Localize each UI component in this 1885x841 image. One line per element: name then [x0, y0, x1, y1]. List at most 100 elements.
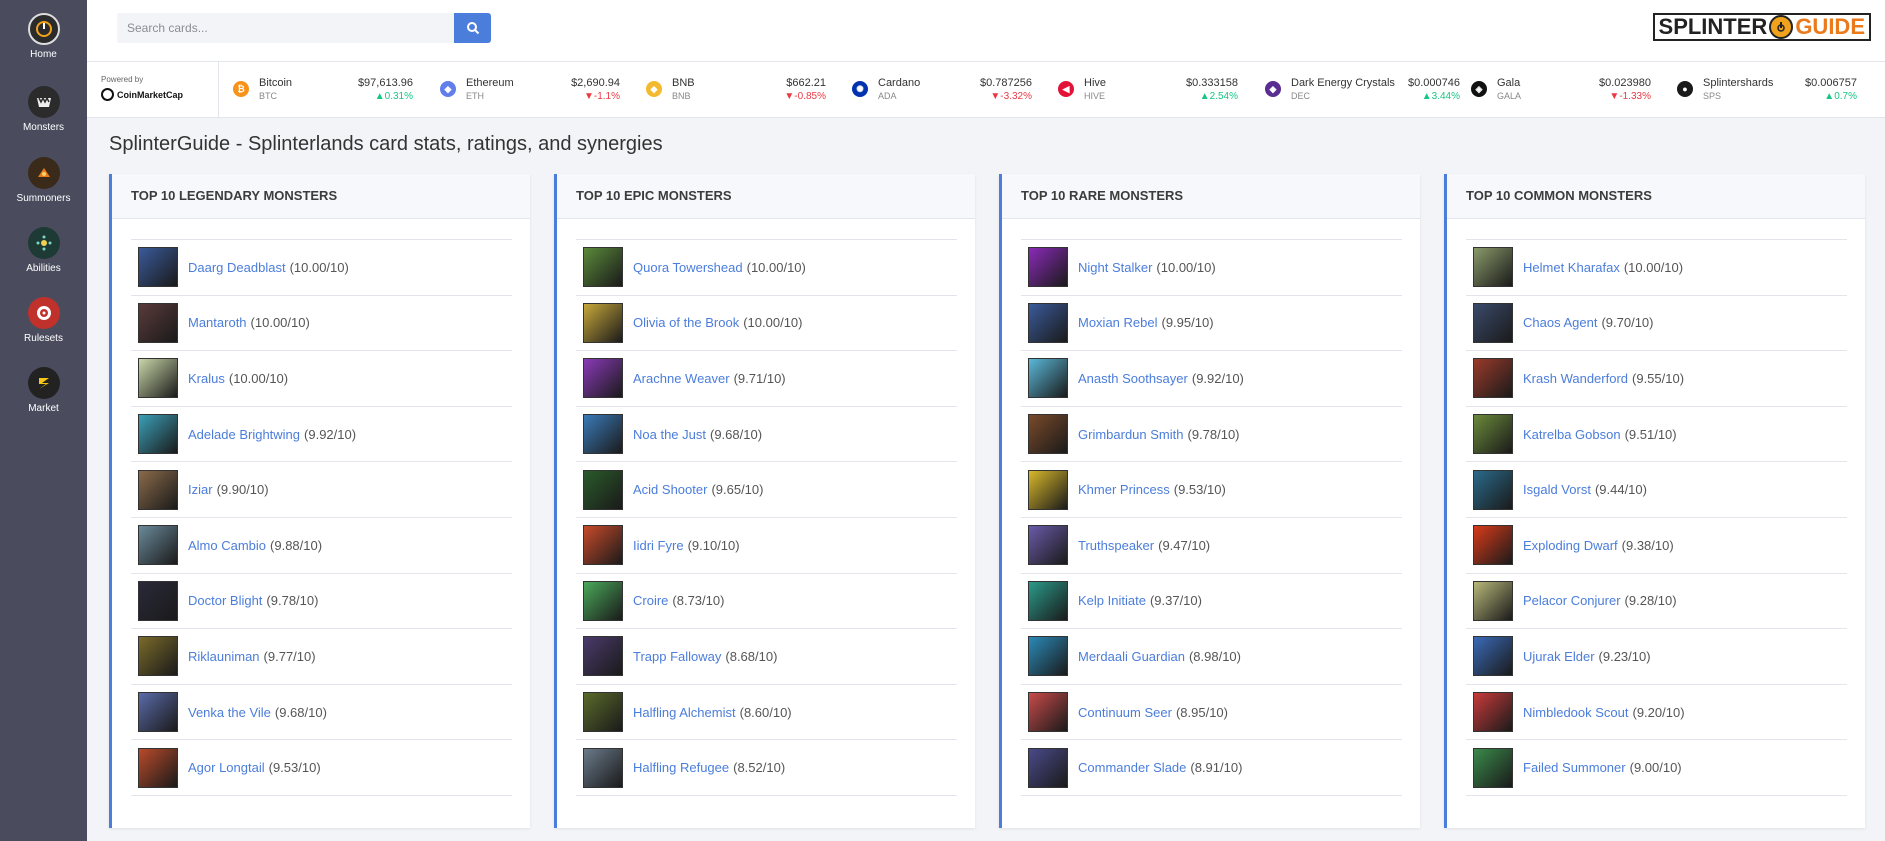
monster-thumbnail[interactable] — [138, 636, 178, 677]
monster-link[interactable]: Iziar — [188, 482, 213, 497]
monster-link[interactable]: Truthspeaker — [1078, 538, 1154, 553]
monster-link[interactable]: Continuum Seer — [1078, 705, 1172, 720]
search-button[interactable] — [454, 13, 491, 43]
monster-thumbnail[interactable] — [1028, 358, 1068, 399]
monster-thumbnail[interactable] — [583, 247, 623, 288]
ticker-coin-hive[interactable]: ◀ Hive HIVE $0.333158 ▲2.54% — [1058, 77, 1238, 105]
monster-link[interactable]: Krash Wanderford — [1523, 371, 1628, 386]
monster-link[interactable]: Croire — [633, 593, 668, 608]
monster-link[interactable]: Agor Longtail — [188, 760, 265, 775]
monster-thumbnail[interactable] — [1028, 692, 1068, 733]
monster-thumbnail[interactable] — [1473, 414, 1513, 455]
monster-link[interactable]: Doctor Blight — [188, 593, 262, 608]
monster-link[interactable]: Mantaroth — [188, 315, 247, 330]
sidebar-item-home[interactable]: Home — [0, 13, 87, 60]
monster-link[interactable]: Iidri Fyre — [633, 538, 684, 553]
ticker-coin-dec[interactable]: ◆ Dark Energy Crystals DEC $0.000746 ▲3.44% — [1265, 77, 1460, 105]
monster-thumbnail[interactable] — [1473, 302, 1513, 343]
monster-link[interactable]: Kralus — [188, 371, 225, 386]
site-logo[interactable]: SPLINTER GUIDE — [1652, 13, 1871, 41]
monster-link[interactable]: Venka the Vile — [188, 705, 271, 720]
monster-thumbnail[interactable] — [1473, 247, 1513, 288]
monster-link[interactable]: Noa the Just — [633, 427, 706, 442]
monster-thumbnail[interactable] — [583, 636, 623, 677]
monster-link[interactable]: Anasth Soothsayer — [1078, 371, 1188, 386]
monster-link[interactable]: Halfling Alchemist — [633, 705, 736, 720]
monster-thumbnail[interactable] — [583, 747, 623, 788]
monster-link[interactable]: Acid Shooter — [633, 482, 707, 497]
sidebar-item-monsters[interactable]: Monsters — [0, 86, 87, 133]
monster-thumbnail[interactable] — [1473, 747, 1513, 788]
monster-thumbnail[interactable] — [138, 302, 178, 343]
monster-thumbnail[interactable] — [138, 747, 178, 788]
monster-link[interactable]: Arachne Weaver — [633, 371, 730, 386]
monster-link[interactable]: Ujurak Elder — [1523, 649, 1595, 664]
monster-thumbnail[interactable] — [138, 525, 178, 566]
monster-thumbnail[interactable] — [1028, 469, 1068, 510]
monster-link[interactable]: Olivia of the Brook — [633, 315, 739, 330]
monster-thumbnail[interactable] — [1473, 358, 1513, 399]
monster-thumbnail[interactable] — [138, 692, 178, 733]
monster-thumbnail[interactable] — [138, 247, 178, 288]
monster-link[interactable]: Isgald Vorst — [1523, 482, 1591, 497]
sidebar-item-market[interactable]: Market — [0, 367, 87, 414]
monster-link[interactable]: Merdaali Guardian — [1078, 649, 1185, 664]
monster-thumbnail[interactable] — [1473, 469, 1513, 510]
monster-thumbnail[interactable] — [1028, 636, 1068, 677]
monster-thumbnail[interactable] — [138, 580, 178, 621]
monster-thumbnail[interactable] — [1473, 580, 1513, 621]
monster-link[interactable]: Halfling Refugee — [633, 760, 729, 775]
monster-thumbnail[interactable] — [1473, 525, 1513, 566]
monster-link[interactable]: Khmer Princess — [1078, 482, 1170, 497]
monster-link[interactable]: Kelp Initiate — [1078, 593, 1146, 608]
monster-thumbnail[interactable] — [138, 469, 178, 510]
ticker-coin-sps[interactable]: ● Splintershards SPS $0.006757 ▲0.7% — [1677, 77, 1857, 105]
monster-thumbnail[interactable] — [138, 414, 178, 455]
monster-link[interactable]: Riklauniman — [188, 649, 260, 664]
monster-thumbnail[interactable] — [583, 302, 623, 343]
monster-thumbnail[interactable] — [583, 692, 623, 733]
ticker-coin-bnb[interactable]: ◆ BNB BNB $662.21 ▼-0.85% — [646, 77, 826, 105]
monster-thumbnail[interactable] — [583, 414, 623, 455]
monster-link[interactable]: Grimbardun Smith — [1078, 427, 1183, 442]
monster-thumbnail[interactable] — [1028, 247, 1068, 288]
monster-link[interactable]: Chaos Agent — [1523, 315, 1597, 330]
card-title: TOP 10 RARE MONSTERS — [1002, 174, 1420, 219]
monster-thumbnail[interactable] — [1028, 525, 1068, 566]
monster-link[interactable]: Trapp Falloway — [633, 649, 721, 664]
monster-thumbnail[interactable] — [1028, 747, 1068, 788]
monster-link[interactable]: Daarg Deadblast — [188, 260, 286, 275]
monster-thumbnail[interactable] — [1473, 692, 1513, 733]
monster-thumbnail[interactable] — [138, 358, 178, 399]
sidebar-item-rulesets[interactable]: Rulesets — [0, 297, 87, 344]
monster-link[interactable]: Moxian Rebel — [1078, 315, 1158, 330]
powered-by[interactable]: Powered by CoinMarketCap — [101, 75, 201, 101]
search-input[interactable] — [117, 13, 457, 43]
monster-link[interactable]: Katrelba Gobson — [1523, 427, 1621, 442]
ticker-coin-gala[interactable]: ◈ Gala GALA $0.023980 ▼-1.33% — [1471, 77, 1651, 105]
monster-thumbnail[interactable] — [1028, 580, 1068, 621]
monster-link[interactable]: Pelacor Conjurer — [1523, 593, 1621, 608]
monster-link[interactable]: Quora Towershead — [633, 260, 743, 275]
sidebar-item-summoners[interactable]: Summoners — [0, 157, 87, 204]
monster-thumbnail[interactable] — [583, 580, 623, 621]
monster-thumbnail[interactable] — [1473, 636, 1513, 677]
ticker-coin-btc[interactable]: ₿ Bitcoin BTC $97,613.96 ▲0.31% — [233, 77, 413, 105]
sidebar-item-abilities[interactable]: Abilities — [0, 227, 87, 274]
ticker-coin-eth[interactable]: ◆ Ethereum ETH $2,690.94 ▼-1.1% — [440, 77, 620, 105]
monster-link[interactable]: Night Stalker — [1078, 260, 1152, 275]
ticker-coin-ada[interactable]: ✺ Cardano ADA $0.787256 ▼-3.32% — [852, 77, 1032, 105]
monster-link[interactable]: Failed Summoner — [1523, 760, 1626, 775]
monster-thumbnail[interactable] — [583, 358, 623, 399]
monster-link[interactable]: Exploding Dwarf — [1523, 538, 1618, 553]
monster-link[interactable]: Helmet Kharafax — [1523, 260, 1620, 275]
monster-thumbnail[interactable] — [583, 469, 623, 510]
monster-link[interactable]: Nimbledook Scout — [1523, 705, 1629, 720]
monster-thumbnail[interactable] — [1028, 302, 1068, 343]
monster-link[interactable]: Commander Slade — [1078, 760, 1186, 775]
list-item: Helmet Kharafax (10.00/10) — [1466, 240, 1847, 296]
monster-thumbnail[interactable] — [583, 525, 623, 566]
monster-link[interactable]: Almo Cambio — [188, 538, 266, 553]
monster-thumbnail[interactable] — [1028, 414, 1068, 455]
monster-link[interactable]: Adelade Brightwing — [188, 427, 300, 442]
